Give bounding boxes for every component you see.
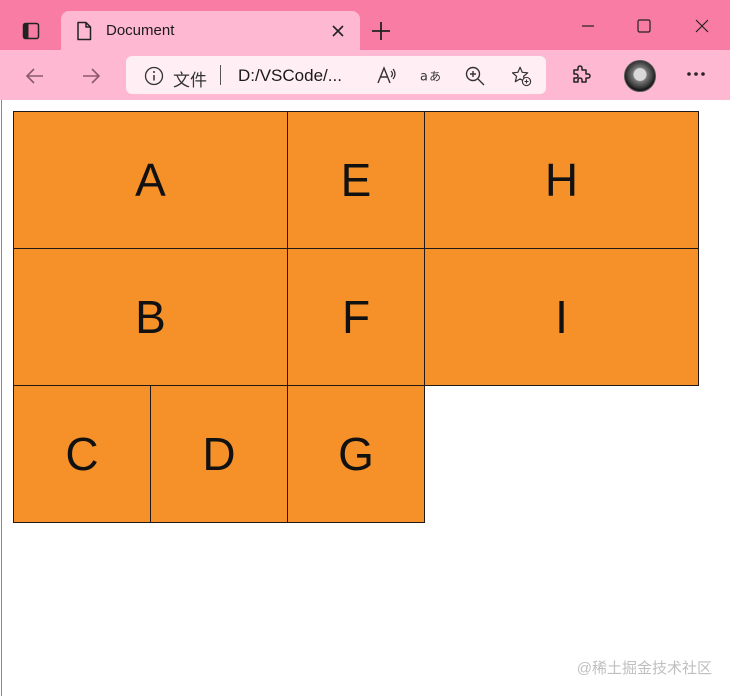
grid-cell-d: D [150,385,288,523]
grid-cell-c: C [13,385,151,523]
grid-cell-b: B [13,248,288,386]
profile-avatar[interactable] [624,60,656,92]
page-content: A E H B F I C D G @稀土掘金技术社区 [1,100,730,696]
tab-actions-button[interactable] [16,16,46,46]
page-icon [77,21,92,41]
more-dots-icon [687,72,705,76]
grid-cell-f: F [287,248,425,386]
close-window-button[interactable] [690,14,714,38]
zoom-in-icon [465,66,485,86]
letter-grid: A E H B F I C D G [13,111,699,523]
back-button[interactable] [22,63,48,89]
tab-title: Document [106,22,175,39]
grid-cell-e: E [287,111,425,249]
info-icon[interactable] [144,66,164,86]
grid-cell-g: G [287,385,425,523]
more-button[interactable] [684,62,708,86]
forward-button[interactable] [78,63,104,89]
arrow-left-icon [25,68,43,84]
extensions-puzzle-icon[interactable] [569,63,593,87]
minimize-icon [582,25,594,27]
read-aloud-button[interactable] [376,65,398,87]
close-window-icon [695,19,709,33]
tab-actions-icon [22,22,40,40]
title-bar: Document [0,0,730,50]
grid-cell-i: I [424,248,699,386]
arrow-right-icon [83,68,101,84]
maximize-button[interactable] [632,14,656,38]
plus-icon[interactable] [370,20,392,42]
read-aloud-icon [377,66,396,84]
site-label: 文件 [173,71,207,90]
grid-cell-a: A [13,111,288,249]
zoom-button[interactable] [464,65,486,87]
address-bar[interactable]: 文件 D:/VSCode/... a あ [126,56,546,94]
svg-text:a: a [420,70,428,85]
translate-button[interactable]: a あ [420,65,442,87]
favorite-star-icon [511,66,532,87]
active-tab[interactable]: Document [61,11,360,50]
browser-toolbar: 文件 D:/VSCode/... a あ [0,50,730,100]
translate-icon: a あ [420,70,441,85]
grid-cell-h: H [424,111,699,249]
url-text[interactable]: D:/VSCode/... [238,66,342,86]
maximize-icon [637,19,651,33]
close-icon[interactable] [330,23,346,39]
svg-text:あ: あ [429,70,441,84]
minimize-button[interactable] [576,14,600,38]
watermark: @稀土掘金技术社区 [576,660,712,677]
favorite-button[interactable] [510,65,532,87]
address-divider [220,65,221,85]
